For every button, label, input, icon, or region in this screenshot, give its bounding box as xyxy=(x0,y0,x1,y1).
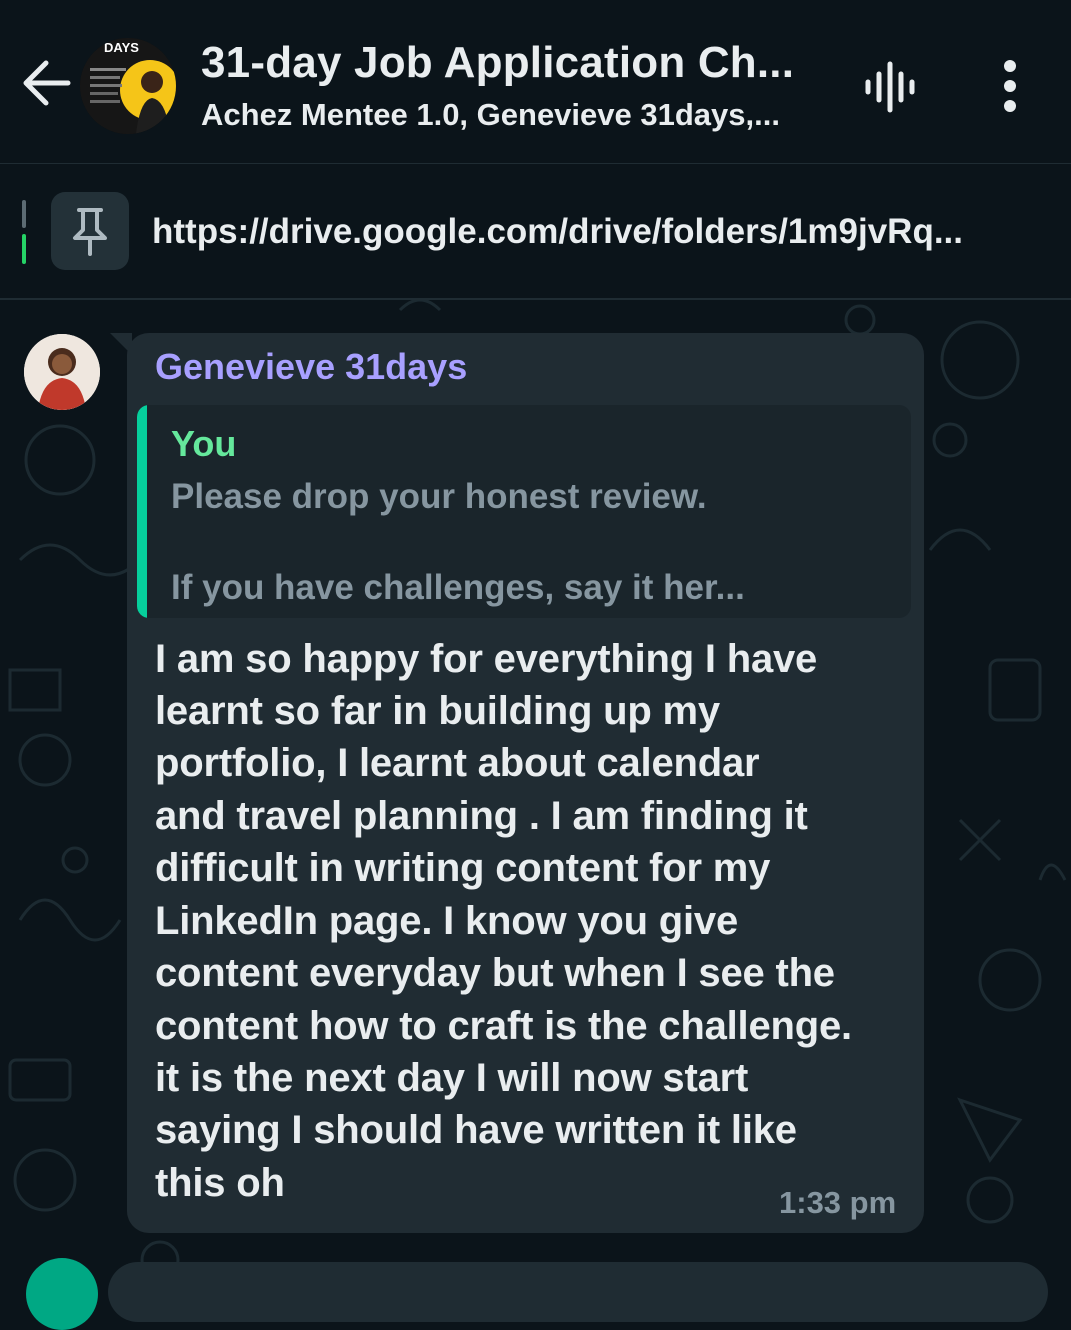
message-timestamp: 1:33 pm xyxy=(779,1185,897,1220)
message-text-line: I am so happy for everything I have xyxy=(155,637,818,681)
quote-author: You xyxy=(171,423,237,464)
group-avatar[interactable]: DAYS xyxy=(80,38,176,134)
message-text-line: and travel planning . I am finding it xyxy=(155,794,808,838)
next-sender-avatar[interactable] xyxy=(26,1258,98,1330)
quote-text-line: Please drop your honest review. xyxy=(171,477,707,516)
sender-name[interactable]: Genevieve 31days xyxy=(155,346,467,388)
message-text-line: learnt so far in building up my xyxy=(155,689,720,733)
group-avatar-text: DAYS xyxy=(104,40,139,55)
message-text-line: portfolio, I learnt about calendar xyxy=(155,741,760,785)
pin-indicator-active xyxy=(22,234,26,264)
message-text-line: it is the next day I will now start xyxy=(155,1056,749,1100)
sender-avatar[interactable] xyxy=(24,334,100,410)
back-arrow-icon[interactable] xyxy=(20,55,72,111)
pinned-link[interactable]: https://drive.google.com/drive/folders/1… xyxy=(152,212,963,252)
message-text-line: LinkedIn page. I know you give xyxy=(155,899,738,943)
group-members[interactable]: Achez Mentee 1.0, Genevieve 31days,... xyxy=(201,97,780,133)
group-title[interactable]: 31-day Job Application Ch... xyxy=(201,38,794,88)
next-message-bubble[interactable] xyxy=(108,1262,1048,1322)
more-options-icon[interactable] xyxy=(996,58,1024,114)
quote-bar xyxy=(137,405,147,618)
quote-text-line: If you have challenges, say it her... xyxy=(171,568,745,607)
pin-icon[interactable] xyxy=(51,192,129,270)
message-text-line: saying I should have written it like xyxy=(155,1108,797,1152)
message-text-line: content how to craft is the challenge. xyxy=(155,1004,852,1048)
message-text-line: this oh xyxy=(155,1161,285,1205)
message-text-line: content everyday but when I see the xyxy=(155,951,835,995)
voice-call-icon[interactable] xyxy=(862,60,922,114)
message-text-line: difficult in writing content for my xyxy=(155,846,771,890)
pin-indicator xyxy=(22,200,26,228)
